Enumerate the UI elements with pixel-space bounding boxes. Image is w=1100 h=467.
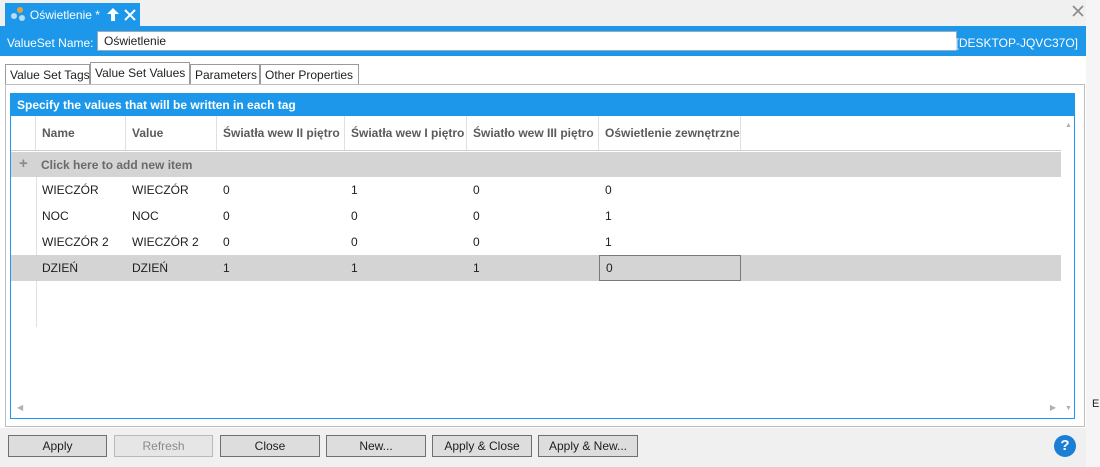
tab-parameters[interactable]: Parameters [190, 64, 260, 84]
cell-swiatlo-iii[interactable]: 0 [467, 177, 480, 203]
close-button[interactable]: Close [220, 435, 320, 457]
scroll-down-icon[interactable]: ▼ [1065, 405, 1072, 412]
document-tab-title: Oświetlenie * [29, 7, 100, 22]
table-row-selected[interactable]: DZIEŃ DZIEŃ 1 1 1 0 [11, 255, 1061, 281]
header-divider [11, 150, 1061, 151]
host-label: [DESKTOP-JQVC37O] [955, 36, 1078, 50]
cell-value[interactable]: NOC [126, 203, 159, 229]
tab-value-set-tags[interactable]: Value Set Tags [5, 64, 90, 84]
valueset-name-input[interactable] [97, 31, 957, 51]
cell-swiatla-i[interactable]: 1 [345, 177, 358, 203]
side-panel-edge [1086, 0, 1100, 467]
cell-swiatlo-iii[interactable]: 0 [467, 203, 480, 229]
column-header-swiatla-i[interactable]: Światła wew I piętro [345, 116, 467, 150]
vertical-scrollbar[interactable]: ▲ ▼ [1062, 116, 1074, 418]
table-row[interactable]: NOC NOC 0 0 0 1 [11, 203, 1061, 229]
column-header-name[interactable]: Name [36, 116, 126, 150]
cell-name[interactable]: DZIEŃ [36, 255, 78, 281]
valueset-icon [11, 6, 28, 23]
refresh-button[interactable]: Refresh [114, 435, 213, 457]
table-row[interactable]: WIECZÓR 2 WIECZÓR 2 0 0 0 1 [11, 229, 1061, 255]
valueset-name-label: ValueSet Name: [7, 36, 94, 50]
cell-oswietlenie-zew[interactable]: 1 [599, 229, 612, 255]
cell-swiatla-ii[interactable]: 1 [217, 255, 230, 281]
cell-name[interactable]: WIECZÓR 2 [36, 229, 109, 255]
cell-swiatla-i[interactable]: 0 [345, 203, 358, 229]
cell-name[interactable]: NOC [36, 203, 69, 229]
button-bar: Apply Refresh Close New... Apply & Close… [0, 428, 1086, 467]
scroll-left-icon[interactable]: ◀ [17, 403, 23, 412]
table-row[interactable]: WIECZÓR WIECZÓR 0 1 0 0 [11, 177, 1061, 203]
add-item-row[interactable]: + Click here to add new item [11, 152, 1061, 177]
cell-swiatla-i[interactable]: 0 [345, 229, 358, 255]
cell-swiatla-i[interactable]: 1 [345, 255, 358, 281]
close-icon[interactable] [123, 7, 138, 23]
scroll-up-icon[interactable]: ▲ [1065, 122, 1072, 129]
cell-value[interactable]: DZIEŃ [126, 255, 168, 281]
column-header-oswietlenie-zew[interactable]: Oświetlenie zewnętrzne [599, 116, 741, 150]
panel-title: Specify the values that will be written … [11, 94, 1074, 116]
values-panel: Specify the values that will be written … [10, 93, 1075, 419]
cell-swiatla-ii[interactable]: 0 [217, 203, 230, 229]
plus-icon: + [19, 155, 28, 172]
valueset-name-bar: ValueSet Name: [DESKTOP-JQVC37O] [0, 29, 1086, 56]
add-item-label: Click here to add new item [41, 158, 193, 172]
cell-swiatlo-iii[interactable]: 0 [467, 229, 480, 255]
cell-swiatla-ii[interactable]: 0 [217, 177, 230, 203]
document-tab-strip: Oświetlenie * [0, 0, 1100, 26]
apply-close-button[interactable]: Apply & Close [432, 435, 532, 457]
help-icon[interactable]: ? [1054, 435, 1076, 457]
property-tabs: Value Set Tags Value Set Values Paramete… [0, 56, 1086, 84]
tab-value-set-values[interactable]: Value Set Values [90, 62, 190, 84]
cell-oswietlenie-zew-editing[interactable]: 0 [599, 255, 741, 281]
apply-new-button[interactable]: Apply & New... [538, 435, 638, 457]
cell-value[interactable]: WIECZÓR 2 [126, 229, 199, 255]
apply-button[interactable]: Apply [8, 435, 107, 457]
cell-swiatla-ii[interactable]: 0 [217, 229, 230, 255]
cell-oswietlenie-zew[interactable]: 1 [599, 203, 612, 229]
column-header-swiatlo-iii[interactable]: Światło wew III piętro [467, 116, 599, 150]
document-tab[interactable]: Oświetlenie * [5, 3, 140, 26]
cell-name[interactable]: WIECZÓR [36, 177, 99, 203]
tab-other-properties[interactable]: Other Properties [260, 64, 359, 84]
window-close-icon[interactable] [1072, 5, 1086, 19]
column-header-value[interactable]: Value [126, 116, 217, 150]
cell-value[interactable]: WIECZÓR [126, 177, 189, 203]
new-button[interactable]: New... [326, 435, 426, 457]
column-header-swiatla-ii[interactable]: Światła wew II piętro [217, 116, 345, 150]
cell-swiatlo-iii[interactable]: 1 [467, 255, 480, 281]
pin-icon[interactable] [106, 7, 121, 23]
scroll-right-icon[interactable]: ▶ [1050, 403, 1056, 412]
side-label: E [1092, 398, 1100, 410]
row-header-column [11, 116, 36, 150]
cell-oswietlenie-zew[interactable]: 0 [599, 177, 612, 203]
